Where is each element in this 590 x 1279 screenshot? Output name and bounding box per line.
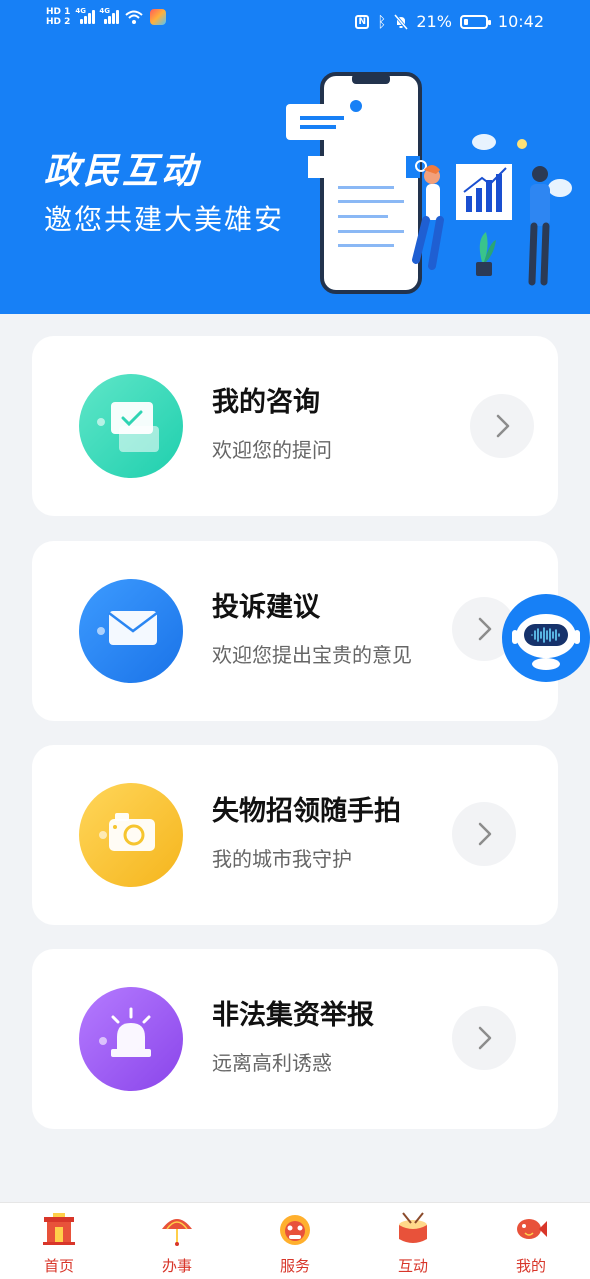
home-gate-icon [43,1213,75,1245]
robot-assistant-icon[interactable] [502,594,590,682]
banner-title: 政民互动 [44,151,201,192]
signal-2-icon: 4G [99,7,120,24]
app-notification-icon [150,9,167,25]
card-desc: 远离高利诱惑 [212,1051,332,1075]
tab-home[interactable]: 首页 [19,1211,99,1276]
banner-subtitle: 邀您共建大美雄安 [44,203,285,236]
header-banner: 政民互动 邀您共建大美雄安 [0,0,590,314]
card-desc: 我的城市我守护 [212,847,352,871]
tab-label: 首页 [43,1257,74,1275]
chevron-right-icon[interactable] [452,802,516,866]
battery-icon [459,14,491,29]
card-title: 非法集资举报 [212,1000,374,1031]
tab-interaction[interactable]: 互动 [373,1211,453,1276]
envelope-icon [79,579,183,683]
signal-1-icon: 4G [75,7,96,24]
bell-muted-icon [394,13,409,30]
tab-label: 服务 [279,1257,310,1275]
banner-illustration [286,72,572,294]
tab-services-affairs[interactable]: 办事 [137,1211,217,1276]
card-lost-and-found[interactable]: 失物招领随手拍 我的城市我守护 [32,745,558,925]
sim1-label: HD 1 [46,7,71,17]
card-title: 失物招领随手拍 [212,796,401,827]
card-desc: 欢迎您的提问 [212,438,332,462]
lion-head-icon [280,1215,310,1245]
card-my-consultation[interactable]: 我的咨询 欢迎您的提问 [32,336,558,516]
status-bar: HD 1 HD 2 4G 4G N ᛒ 21% 10:42 [0,0,590,46]
tab-label: 办事 [161,1257,192,1275]
clock: 10:42 [497,12,544,31]
card-title: 投诉建议 [212,592,320,623]
card-illegal-fundraising-report[interactable]: 非法集资举报 远离高利诱惑 [32,949,558,1129]
bottom-tab-bar: 首页 办事 服务 互动 我的 [0,1202,590,1279]
card-title: 我的咨询 [212,387,320,418]
tab-mine[interactable]: 我的 [491,1211,571,1276]
bluetooth-icon: ᛒ [377,12,387,31]
card-desc: 欢迎您提出宝贵的意见 [212,643,412,667]
battery-percent: 21% [416,12,452,31]
wifi-icon [125,10,144,24]
umbrella-icon [162,1219,192,1246]
koi-fish-icon [517,1219,547,1239]
tab-label: 我的 [515,1257,546,1275]
sim2-label: HD 2 [46,17,71,27]
camera-icon [79,783,183,887]
chevron-right-icon[interactable] [470,394,534,458]
nfc-icon: N [355,14,370,29]
drum-icon [399,1212,427,1243]
alarm-light-icon [79,987,183,1091]
card-complaint-suggestion[interactable]: 投诉建议 欢迎您提出宝贵的意见 [32,541,558,721]
tab-label: 互动 [397,1257,428,1275]
tab-service[interactable]: 服务 [255,1211,335,1276]
chat-bubbles-icon [79,374,183,478]
chevron-right-icon[interactable] [452,1006,516,1070]
